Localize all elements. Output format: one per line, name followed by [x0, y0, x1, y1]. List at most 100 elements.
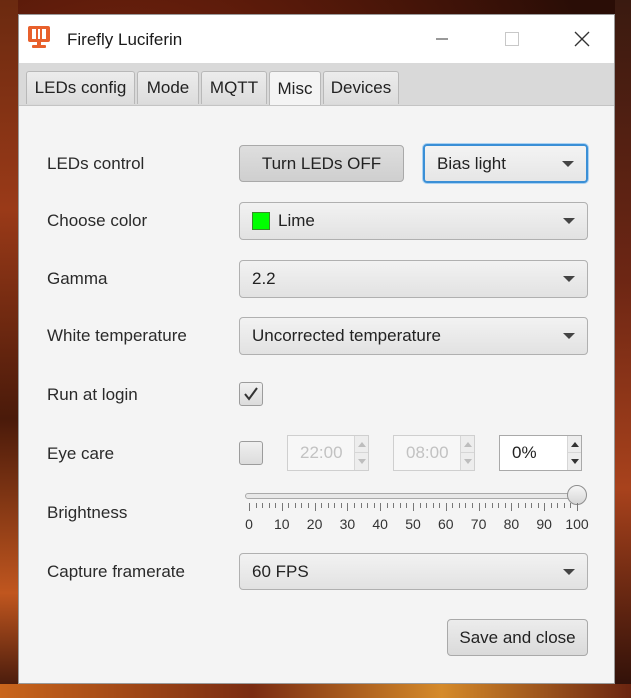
slider-tick [268, 503, 270, 508]
tab-leds-config[interactable]: LEDs config [26, 71, 135, 104]
title-bar[interactable]: Firefly Luciferin [19, 15, 614, 63]
slider-tick [465, 503, 467, 508]
spin-up-icon[interactable] [460, 436, 474, 453]
brightness-ticks [249, 503, 579, 513]
slider-tick [399, 503, 401, 508]
white-temperature-value: Uncorrected temperature [252, 326, 441, 345]
slider-tick [294, 503, 296, 508]
turn-leds-off-button[interactable]: Turn LEDs OFF [239, 145, 404, 182]
slider-tick-label: 80 [503, 516, 520, 532]
slider-tick [570, 503, 572, 508]
slider-tick [413, 503, 414, 511]
slider-tick [577, 503, 578, 511]
slider-tick [334, 503, 336, 508]
window-title: Firefly Luciferin [67, 30, 183, 49]
slider-tick [478, 503, 480, 511]
minimize-icon [436, 38, 448, 40]
choose-color-label: Choose color [47, 211, 148, 230]
slider-tick [393, 503, 395, 508]
app-window: Firefly Luciferin LEDs config Mode MQTT … [18, 14, 615, 684]
eye-care-percent-value: 0% [512, 443, 537, 462]
slider-tick [340, 503, 342, 508]
spin-down-icon[interactable] [460, 453, 474, 470]
eye-care-label: Eye care [47, 444, 115, 463]
slider-tick-label: 30 [339, 516, 356, 532]
tab-mqtt[interactable]: MQTT [201, 71, 267, 104]
slider-tick-label: 10 [274, 516, 290, 532]
chevron-down-icon [563, 568, 575, 575]
brightness-slider-track[interactable] [245, 493, 577, 499]
slider-tick [498, 503, 500, 508]
eye-care-checkbox[interactable] [239, 441, 263, 465]
leds-mode-select[interactable]: Bias light [423, 144, 588, 183]
slider-tick [314, 503, 316, 511]
run-at-login-checkbox[interactable] [239, 382, 263, 406]
chevron-down-icon [563, 218, 575, 224]
eye-care-start-value: 22:00 [300, 443, 343, 462]
save-and-close-button[interactable]: Save and close [447, 619, 588, 656]
minimize-button[interactable] [419, 15, 465, 63]
slider-tick [419, 503, 421, 508]
close-icon [574, 31, 590, 47]
tab-mode[interactable]: Mode [137, 71, 199, 104]
tab-devices[interactable]: Devices [323, 71, 399, 104]
spin-down-icon[interactable] [567, 453, 581, 470]
maximize-button[interactable] [489, 15, 535, 63]
chevron-down-icon [563, 276, 575, 282]
slider-tick [367, 503, 369, 508]
slider-tick-label: 90 [536, 516, 552, 532]
slider-tick [321, 503, 323, 508]
slider-tick [517, 503, 519, 508]
color-select[interactable]: Lime [239, 202, 588, 240]
white-temperature-label: White temperature [47, 326, 187, 345]
slider-tick [544, 503, 546, 511]
slider-tick [308, 503, 310, 508]
spin-up-icon[interactable] [567, 436, 581, 453]
slider-tick [353, 503, 355, 508]
slider-tick [557, 503, 559, 508]
gamma-label: Gamma [47, 269, 108, 288]
slider-tick-label: 0 [245, 516, 253, 532]
slider-tick-label: 40 [372, 516, 388, 532]
slider-tick-label: 70 [470, 516, 487, 532]
capture-framerate-select[interactable]: 60 FPS [239, 553, 588, 590]
slider-tick [255, 503, 257, 508]
tab-bar: LEDs config Mode MQTT Misc Devices [19, 63, 614, 106]
eye-care-start-spinner[interactable]: 22:00 [287, 435, 369, 471]
slider-tick [511, 503, 513, 511]
close-button[interactable] [559, 15, 605, 63]
slider-tick [452, 503, 454, 508]
white-temperature-select[interactable]: Uncorrected temperature [239, 317, 588, 355]
chevron-down-icon [563, 333, 575, 339]
chevron-down-icon [562, 160, 574, 167]
slider-tick [327, 503, 329, 508]
spin-up-icon[interactable] [354, 436, 368, 453]
slider-tick [458, 503, 460, 508]
tab-misc[interactable]: Misc [269, 71, 321, 105]
slider-tick [281, 503, 283, 511]
brightness-label: Brightness [47, 503, 128, 522]
slider-tick [472, 503, 474, 508]
app-logo-icon [28, 26, 50, 48]
slider-tick [485, 503, 487, 508]
spin-down-icon[interactable] [354, 453, 368, 470]
eye-care-end-spinner[interactable]: 08:00 [393, 435, 475, 471]
slider-tick [360, 503, 362, 508]
slider-tick [386, 503, 388, 508]
slider-tick [550, 503, 552, 508]
slider-tick-label: 100 [565, 516, 589, 532]
slider-tick [439, 503, 441, 508]
gamma-select[interactable]: 2.2 [239, 260, 588, 298]
capture-framerate-label: Capture framerate [47, 562, 185, 581]
slider-tick [537, 503, 539, 508]
color-value: Lime [278, 211, 315, 230]
eye-care-end-value: 08:00 [406, 443, 449, 462]
leds-mode-value: Bias light [437, 153, 506, 173]
eye-care-percent-spinner[interactable]: 0% [499, 435, 582, 471]
slider-tick-label: 20 [306, 516, 323, 532]
slider-tick [524, 503, 526, 508]
brightness-slider-thumb[interactable] [567, 485, 587, 505]
slider-tick [432, 503, 434, 508]
slider-tick [445, 503, 447, 511]
slider-tick [262, 503, 264, 508]
